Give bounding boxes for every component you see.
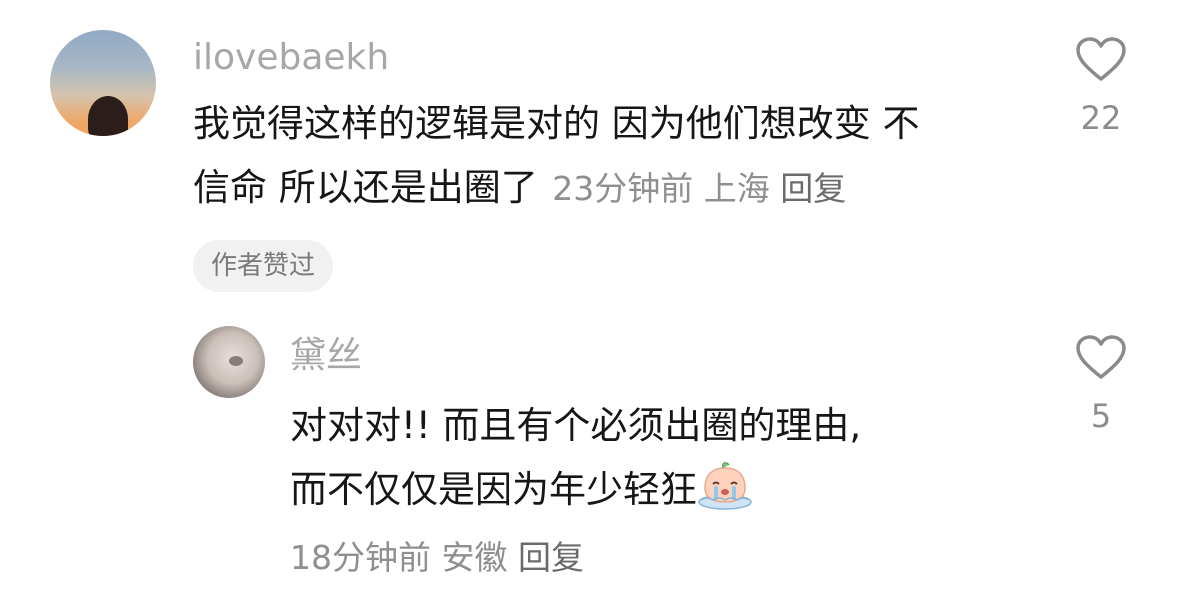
- reply-like-count: 5: [1090, 397, 1112, 435]
- avatar[interactable]: [50, 30, 156, 136]
- reply-location: 安徽: [441, 538, 508, 577]
- reply-avatar[interactable]: [193, 326, 265, 398]
- comment-text-line-2-content: 信命 所以还是出圈了: [193, 166, 538, 209]
- reply-like-group: 5: [1061, 334, 1141, 436]
- comment-meta: 23分钟前 上海 回复: [542, 169, 846, 208]
- comment-username[interactable]: ilovebaekh: [193, 38, 389, 78]
- like-count: 22: [1080, 99, 1122, 137]
- reply-text-line-2-content: 而不仅仅是因为年少轻狂: [290, 468, 697, 511]
- reply-meta: 18分钟前 安徽 回复: [290, 536, 584, 580]
- reply-text-line-1: 对对对!! 而且有个必须出圈的理由,: [290, 404, 862, 447]
- comment-location: 上海: [703, 169, 770, 208]
- heart-icon[interactable]: [1075, 36, 1127, 82]
- comment-timestamp: 23分钟前: [552, 169, 694, 208]
- reply-body: 对对对!! 而且有个必须出圈的理由, 而不仅仅是因为年少轻狂: [290, 394, 1010, 522]
- heart-icon[interactable]: [1075, 334, 1127, 380]
- crying-peach-emoji-icon: [697, 462, 753, 510]
- comment-text-line-2: 信命 所以还是出圈了 23分钟前 上海 回复: [193, 156, 1043, 221]
- reply-text-line-2: 而不仅仅是因为年少轻狂: [290, 458, 1010, 522]
- comment-text-line-1: 我觉得这样的逻辑是对的 因为他们想改变 不: [193, 102, 920, 145]
- reply-timestamp: 18分钟前: [290, 538, 431, 577]
- avatar-silhouette: [88, 96, 128, 136]
- avatar-detail: [229, 356, 243, 366]
- comment-body: 我觉得这样的逻辑是对的 因为他们想改变 不 信命 所以还是出圈了 23分钟前 上…: [193, 92, 1043, 221]
- comment-like-group: 22: [1061, 36, 1141, 138]
- reply-reply-button[interactable]: 回复: [518, 538, 584, 577]
- reply-button[interactable]: 回复: [780, 169, 846, 208]
- reply-username[interactable]: 黛丝: [290, 336, 362, 376]
- author-liked-badge: 作者赞过: [193, 240, 334, 292]
